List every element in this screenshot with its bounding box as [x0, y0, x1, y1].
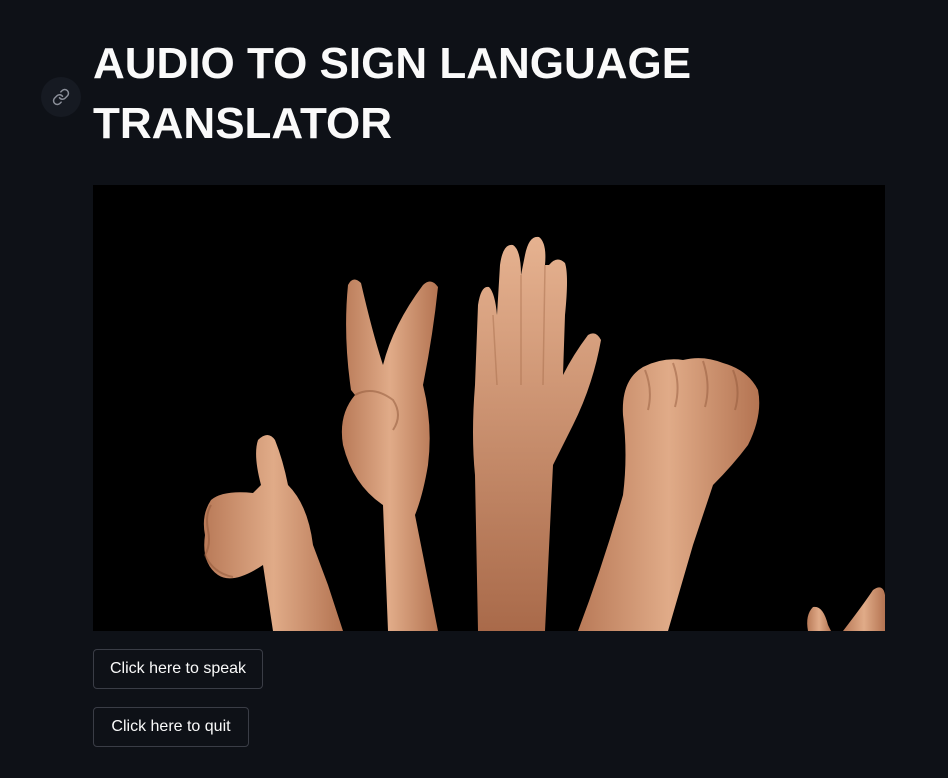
quit-button[interactable]: Click here to quit [93, 707, 249, 747]
hero-image [93, 185, 885, 631]
speak-button[interactable]: Click here to speak [93, 649, 263, 689]
page-title: AUDIO TO SIGN LANGUAGE TRANSLATOR [93, 39, 692, 148]
header-anchor-link[interactable] [41, 77, 81, 117]
app-page: AUDIO TO SIGN LANGUAGE TRANSLATOR Click … [0, 0, 948, 778]
link-icon [52, 88, 70, 106]
